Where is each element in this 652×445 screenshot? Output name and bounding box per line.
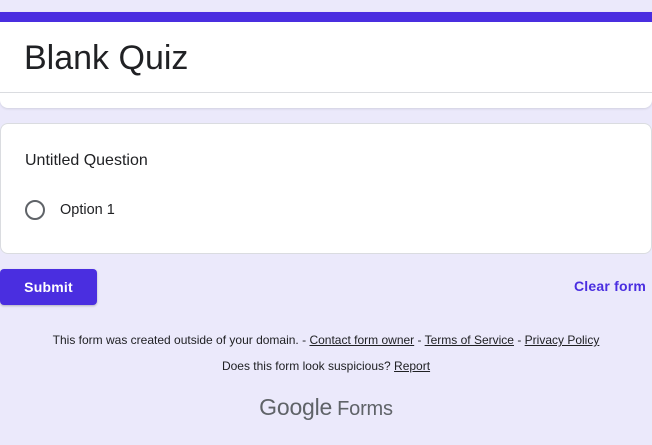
forms-wordmark: Forms bbox=[337, 398, 393, 420]
submit-button[interactable]: Submit bbox=[0, 269, 97, 305]
form-header-card: Blank Quiz bbox=[0, 12, 652, 108]
footer-separator: - bbox=[298, 333, 310, 347]
form-title: Blank Quiz bbox=[24, 39, 189, 77]
header-divider bbox=[0, 92, 652, 93]
footer-created-text: This form was created outside of your do… bbox=[52, 333, 299, 347]
footer-report-line: Does this form look suspicious? Report bbox=[0, 359, 652, 373]
footer-disclaimer: This form was created outside of your do… bbox=[0, 333, 652, 347]
suspicious-text: Does this form look suspicious? bbox=[221, 359, 391, 373]
footer-separator: - bbox=[414, 333, 425, 347]
question-title: Untitled Question bbox=[25, 152, 148, 169]
option-label: Option 1 bbox=[60, 202, 115, 218]
question-card: Untitled Question Option 1 bbox=[0, 123, 652, 254]
google-wordmark: Google bbox=[259, 394, 333, 420]
google-forms-logo: Google Forms bbox=[0, 394, 652, 421]
theme-accent-bar bbox=[0, 12, 652, 22]
report-link[interactable]: Report bbox=[394, 359, 430, 373]
contact-owner-link[interactable]: Contact form owner bbox=[309, 333, 414, 347]
top-strip bbox=[0, 0, 652, 11]
terms-link[interactable]: Terms of Service bbox=[425, 333, 514, 347]
radio-button[interactable] bbox=[25, 200, 45, 220]
clear-form-button[interactable]: Clear form bbox=[574, 278, 646, 294]
radio-option[interactable]: Option 1 bbox=[25, 200, 115, 220]
footer-separator: - bbox=[513, 333, 525, 347]
privacy-link[interactable]: Privacy Policy bbox=[525, 333, 600, 347]
